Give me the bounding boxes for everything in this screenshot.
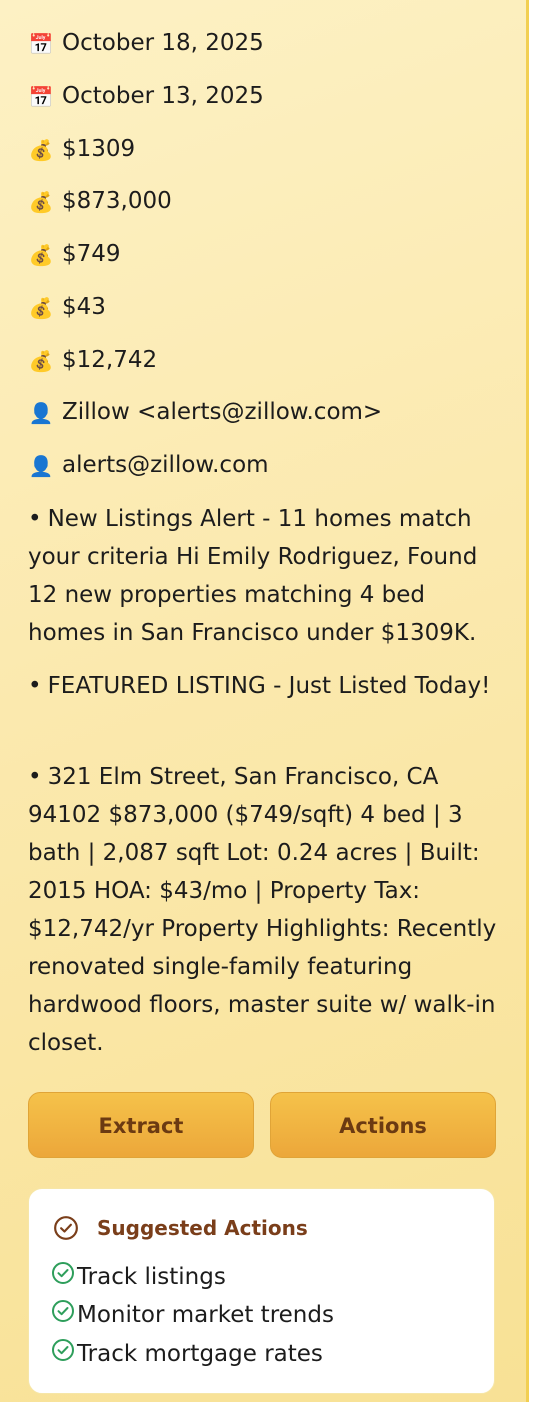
- suggested-action-item[interactable]: Track listings: [51, 1262, 226, 1290]
- amount-row: 💰 $1309: [28, 136, 136, 162]
- date-text: October 18, 2025: [62, 30, 264, 56]
- amount-row: 💰 $43: [28, 296, 106, 319]
- suggested-actions-card: Suggested Actions Track listings Monitor…: [28, 1188, 495, 1394]
- calendar-icon: 📅: [28, 31, 54, 56]
- money-bag-icon: 💰: [28, 189, 54, 214]
- extract-button[interactable]: Extract: [28, 1092, 254, 1158]
- bullet-dot: •: [28, 506, 42, 532]
- money-bag-icon: 💰: [28, 242, 54, 267]
- amount-text: $749: [62, 241, 121, 267]
- person-icon: 👤: [28, 400, 54, 425]
- suggested-action-item[interactable]: Track mortgage rates: [51, 1339, 323, 1367]
- summary-bullet: • New Listings Alert - 11 homes match you…: [28, 500, 506, 652]
- check-circle-icon: [52, 1300, 74, 1322]
- check-circle-icon: [54, 1216, 78, 1240]
- bullet-text: FEATURED LISTING - Just Listed Today!: [47, 673, 491, 699]
- suggested-action-label: Track listings: [77, 1264, 226, 1290]
- money-bag-icon: 💰: [28, 348, 54, 373]
- amount-text: $1309: [62, 136, 136, 162]
- sender-email-text: alerts@zillow.com: [62, 452, 269, 478]
- amount-text: $873,000: [62, 188, 172, 214]
- amount-row: 💰 $873,000: [28, 190, 172, 213]
- sender-email-row: 👤 alerts@zillow.com: [28, 454, 269, 477]
- suggested-action-label: Track mortgage rates: [77, 1341, 323, 1367]
- check-circle-icon: [52, 1262, 74, 1284]
- bullet-dot: •: [28, 673, 42, 699]
- amount-text: $43: [62, 294, 106, 320]
- amount-row: 💰 $12,742: [28, 347, 158, 373]
- person-icon: 👤: [28, 453, 54, 478]
- actions-button[interactable]: Actions: [270, 1092, 496, 1158]
- summary-bullet: • FEATURED LISTING - Just Listed Today!: [28, 667, 506, 705]
- date-row: 📅 October 13, 2025: [28, 85, 264, 108]
- bullet-text: New Listings Alert - 11 homes match your…: [28, 506, 478, 646]
- suggested-action-label: Monitor market trends: [77, 1302, 334, 1328]
- date-text: October 13, 2025: [62, 83, 264, 109]
- bullet-text: 321 Elm Street, San Francisco, CA 94102 …: [28, 764, 497, 1056]
- suggested-actions-title: Suggested Actions: [97, 1216, 308, 1240]
- suggested-actions-header: Suggested Actions: [53, 1215, 308, 1241]
- check-circle-icon: [52, 1339, 74, 1361]
- money-bag-icon: 💰: [28, 137, 54, 162]
- email-summary-panel: 📅 October 18, 2025 📅 October 13, 2025 💰 …: [0, 0, 529, 1402]
- amount-row: 💰 $749: [28, 243, 121, 266]
- summary-bullet: • 321 Elm Street, San Francisco, CA 94102…: [28, 758, 506, 1062]
- date-row: 📅 October 18, 2025: [28, 32, 264, 55]
- calendar-icon: 📅: [28, 84, 54, 109]
- suggested-action-item[interactable]: Monitor market trends: [51, 1300, 334, 1328]
- sender-row: 👤 Zillow <alerts@zillow.com>: [28, 399, 383, 425]
- amount-text: $12,742: [62, 347, 158, 373]
- money-bag-icon: 💰: [28, 295, 54, 320]
- sender-text: Zillow <alerts@zillow.com>: [62, 399, 383, 425]
- bullet-dot: •: [28, 764, 42, 790]
